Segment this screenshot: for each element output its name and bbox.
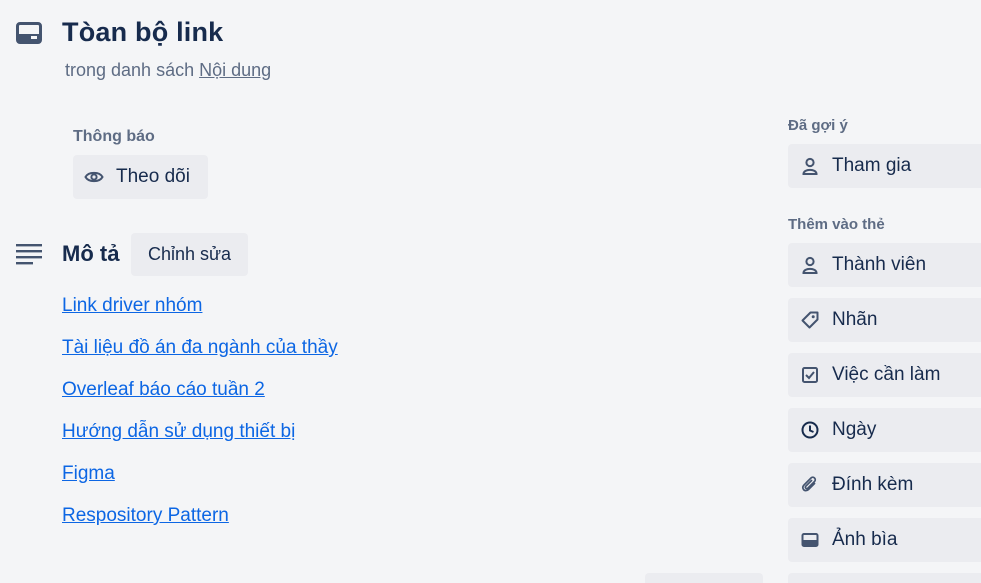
checklist-button[interactable]: Việc cần làm <box>788 353 981 397</box>
checklist-label: Việc cần làm <box>832 364 941 385</box>
description-link[interactable]: Overleaf báo cáo tuần 2 <box>62 379 265 401</box>
members-button[interactable]: Thành viên <box>788 243 981 287</box>
eye-icon <box>84 169 104 185</box>
watch-label: Theo dõi <box>116 166 190 187</box>
label-icon <box>800 310 820 330</box>
card-icon <box>16 22 42 44</box>
description-link[interactable]: Tài liệu đồ án đa ngành của thầy <box>62 337 338 359</box>
labels-button[interactable]: Nhãn <box>788 298 981 342</box>
clock-icon <box>800 420 820 440</box>
description-title: Mô tả <box>62 241 120 266</box>
description-link[interactable]: Hướng dẫn sử dụng thiết bị <box>62 421 295 443</box>
add-to-card-label: Thêm vào thẻ <box>788 216 885 233</box>
cover-icon <box>800 530 820 550</box>
attachment-button[interactable]: Đính kèm <box>788 463 981 507</box>
subtitle-prefix: trong danh sách <box>65 60 195 80</box>
card-title[interactable]: Tòan bộ link <box>62 17 223 48</box>
description-link[interactable]: Respository Pattern <box>62 505 229 527</box>
cover-label: Ảnh bìa <box>832 529 898 550</box>
description-link[interactable]: Link driver nhóm <box>62 295 202 317</box>
attachment-label: Đính kèm <box>832 474 914 495</box>
notifications-label: Thông báo <box>73 128 155 145</box>
list-name-link[interactable]: Nội dung <box>199 60 271 80</box>
person-icon <box>800 156 820 176</box>
dates-button[interactable]: Ngày <box>788 408 981 452</box>
labels-label: Nhãn <box>832 309 878 330</box>
description-link[interactable]: Figma <box>62 463 115 485</box>
card-subtitle: trong danh sách Nội dung <box>65 60 271 81</box>
member-icon <box>800 255 820 275</box>
attachment-icon <box>800 475 820 495</box>
bottom-button-partial[interactable] <box>645 573 763 583</box>
suggested-label: Đã gợi ý <box>788 117 848 134</box>
dates-label: Ngày <box>832 419 877 440</box>
members-label: Thành viên <box>832 254 927 275</box>
watch-button[interactable]: Theo dõi <box>73 155 208 199</box>
join-button[interactable]: Tham gia <box>788 144 981 188</box>
checklist-icon <box>800 365 820 385</box>
description-icon <box>16 243 42 265</box>
sidebar-button-partial[interactable] <box>788 573 981 583</box>
join-label: Tham gia <box>832 155 912 176</box>
cover-button[interactable]: Ảnh bìa <box>788 518 981 562</box>
edit-description-button[interactable]: Chỉnh sửa <box>131 233 248 276</box>
